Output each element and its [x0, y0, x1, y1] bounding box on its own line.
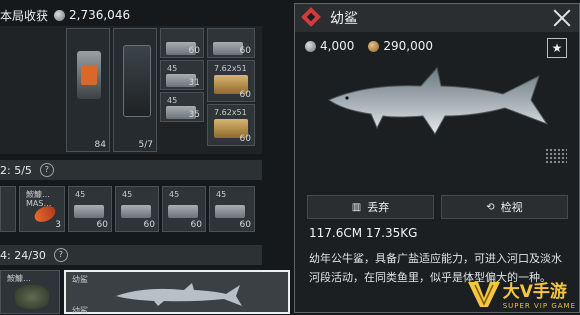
price-gold: 290,000	[383, 39, 433, 53]
silver-coin-icon	[305, 40, 316, 52]
loot-value: 2,736,046	[69, 8, 131, 22]
section-header-1: 2: 5/5 ?	[0, 160, 262, 180]
section-row-1: 鮟鱇… MAS… 3 45 60 45 60 45 60 45 60	[0, 184, 262, 236]
inventory-slot-ammo[interactable]: 45 60	[209, 186, 255, 232]
help-icon[interactable]: ?	[53, 248, 68, 262]
ammo-icon	[215, 205, 245, 218]
loot-summary: 本局收获 2,736,046	[0, 2, 130, 28]
inventory-slot-ammo[interactable]: 45 60	[68, 186, 112, 232]
inventory-slot-ammo[interactable]: 60	[160, 28, 204, 58]
trash-icon: ▥	[351, 201, 362, 213]
slot-count: 84	[94, 140, 106, 150]
watermark-sub: SUPER VIP GAME	[502, 302, 576, 310]
discard-button[interactable]: ▥ 丢弃	[307, 195, 434, 219]
section-capacity: 4: 24/30	[0, 248, 46, 262]
item-prices: 4,000 290,000	[305, 39, 433, 53]
ammo-icon	[74, 205, 104, 218]
inventory-slot-device[interactable]: 84	[66, 28, 110, 152]
item-title: 幼鲨	[330, 11, 358, 27]
inventory-slot-partial[interactable]	[0, 186, 16, 232]
shark-icon	[116, 283, 242, 306]
inventory-slot-ammo-box[interactable]: 7.62x51 60	[207, 60, 255, 102]
inventory-slot-ammo[interactable]: 45 60	[162, 186, 206, 232]
close-icon[interactable]	[553, 9, 571, 27]
fish-icon	[15, 285, 49, 309]
section-header-2: 4: 24/30 ?	[0, 245, 262, 265]
inventory-grid: 84 5/7 60 45 31 45 35 60 7.62x51 60 7.62x51…	[0, 26, 262, 154]
case-icon	[123, 45, 151, 117]
detail-header: 幼鲨	[295, 4, 579, 32]
inventory-slot-ammo[interactable]: 60	[207, 28, 255, 58]
grid-size-icon	[545, 148, 567, 164]
inventory-slot-ammo[interactable]: 45 35	[160, 92, 204, 122]
loot-title: 本局收获	[0, 8, 49, 23]
gold-coin-icon	[368, 40, 380, 52]
inspect-button[interactable]: ⟲ 检视	[441, 195, 568, 219]
item-detail-panel: 幼鲨 4,000 290,000 ★ ▥ 丢弃 ⟲ 检视 117.6CM 17.…	[294, 3, 580, 313]
inventory-slot-young-shark-selected[interactable]: 幼鲨 幼鲨	[64, 270, 290, 315]
section-capacity: 2: 5/5	[0, 163, 32, 177]
ammo-icon	[213, 42, 243, 55]
watermark-main: 大V手游	[502, 282, 567, 302]
section-row-2: 鮟鱇… 幼鲨 幼鲨	[0, 268, 292, 315]
help-icon[interactable]: ?	[39, 163, 54, 177]
watermark: 大V手游 SUPER VIP GAME	[467, 277, 576, 310]
shark-image	[327, 66, 549, 135]
inventory-slot-ammo[interactable]: 45 60	[115, 186, 159, 232]
price-silver: 4,000	[320, 39, 355, 53]
silver-coin-icon	[54, 9, 66, 21]
ammo-icon	[168, 205, 198, 218]
inventory-slot-ammo-box[interactable]: 7.62x51 60	[207, 104, 255, 146]
item-stats: 117.6CM 17.35KG	[309, 226, 418, 240]
inventory-slot-lure[interactable]: 鮟鱇… MAS… 3	[19, 186, 65, 232]
rotate-icon: ⟲	[486, 201, 495, 213]
inventory-slot-fish[interactable]: 鮟鱇…	[0, 270, 60, 314]
slot-count: 5/7	[138, 140, 153, 150]
canister-core-icon	[81, 65, 97, 85]
ammo-icon	[121, 205, 151, 218]
inventory-slot-ammo[interactable]: 45 31	[160, 60, 204, 90]
favorite-star-button[interactable]: ★	[547, 38, 567, 58]
v-logo-icon	[467, 281, 500, 307]
inventory-slot-case[interactable]: 5/7	[113, 28, 157, 152]
rarity-diamond-icon	[301, 7, 321, 27]
